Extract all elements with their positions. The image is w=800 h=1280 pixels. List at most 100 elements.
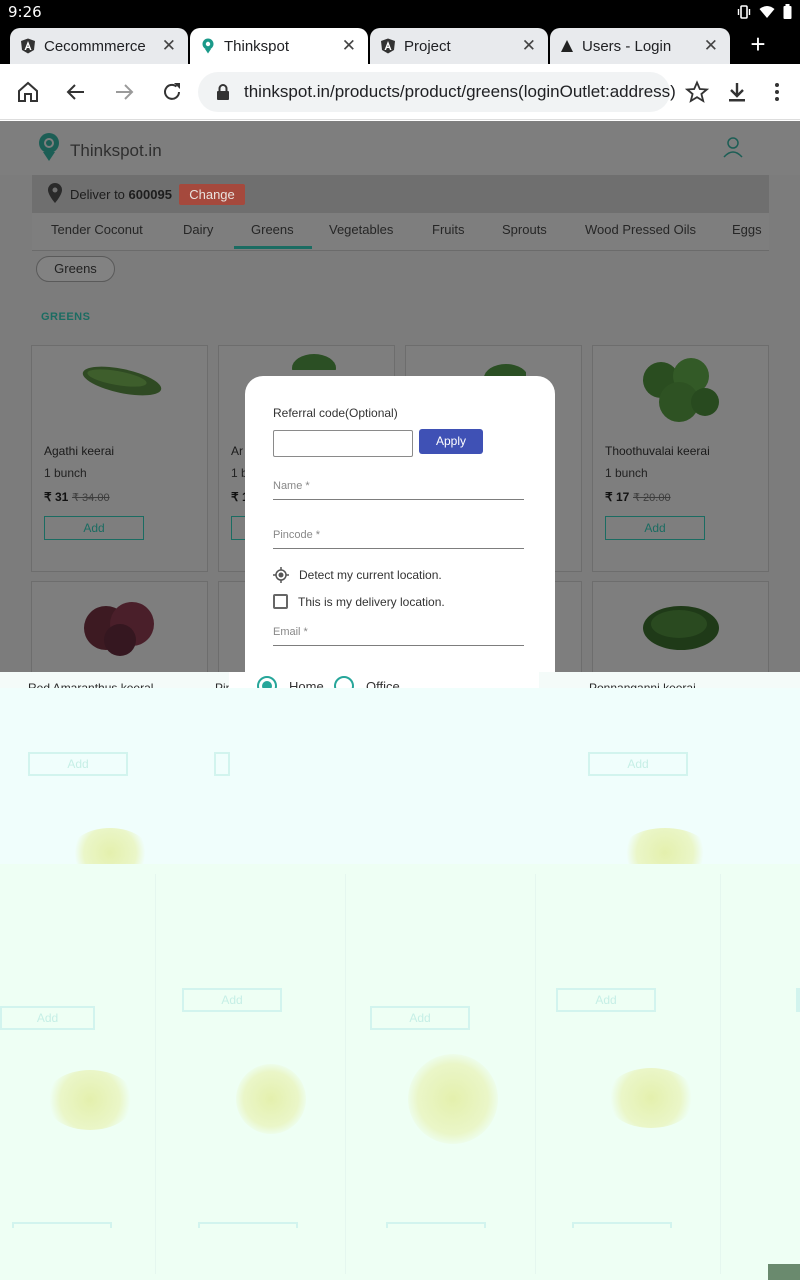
location-pin-icon — [48, 183, 62, 203]
referral-code-input[interactable] — [273, 430, 413, 457]
site-header: Thinkspot.in — [0, 121, 800, 175]
category-tab-tender-coconut[interactable]: Tender Coconut — [51, 222, 143, 237]
address-modal: Referral code(Optional) Apply Name * Pin… — [245, 376, 555, 688]
ghost-add-button: Add — [556, 988, 656, 1012]
deliver-pincode: 600095 — [128, 187, 172, 202]
product-price: ₹ 17 — [605, 490, 630, 504]
category-tab-dairy[interactable]: Dairy — [183, 222, 213, 237]
lock-icon — [217, 84, 229, 100]
ghost-add-button: Add — [182, 988, 282, 1012]
category-tab-sprouts[interactable]: Sprouts — [502, 222, 547, 237]
glitch-region: Add Add — [0, 688, 800, 878]
email-field[interactable]: Email * — [273, 626, 524, 646]
home-icon[interactable] — [16, 80, 40, 104]
pincode-placeholder: Pincode * — [273, 529, 321, 541]
detect-location-button[interactable]: Detect my current location. — [273, 567, 442, 583]
tab-title: Thinkspot — [224, 37, 290, 55]
thinkspot-logo-icon — [39, 133, 59, 161]
thoothuvalai-greens-image — [643, 358, 719, 422]
category-bar: Tender Coconut Dairy Greens Vegetables F… — [32, 213, 769, 251]
greens-image — [292, 354, 336, 370]
address-bar[interactable]: thinkspot.in/products/product/greens(log… — [198, 72, 676, 112]
delivery-location-label: This is my delivery location. — [298, 594, 445, 609]
deliver-to-label: Deliver to — [70, 187, 125, 202]
tab-users-login[interactable]: Users - Login ✕ — [550, 28, 730, 64]
product-qty: 1 bunch — [605, 466, 648, 480]
close-icon[interactable]: ✕ — [162, 36, 176, 56]
tab-cecommmerce[interactable]: Cecommmerce ✕ — [10, 28, 188, 64]
tab-title: Cecommmerce — [44, 37, 146, 55]
ghost-add-button — [572, 1222, 672, 1228]
email-placeholder: Email * — [273, 626, 308, 638]
new-tab-button[interactable]: + — [744, 30, 772, 58]
site-logo-text: Thinkspot.in — [70, 141, 162, 160]
pincode-field[interactable]: Pincode * — [273, 529, 524, 549]
ghost-product-image — [236, 1064, 306, 1134]
forward-arrow-icon[interactable] — [112, 80, 136, 104]
referral-code-label: Referral code(Optional) — [273, 406, 398, 420]
close-icon[interactable]: ✕ — [522, 36, 536, 56]
checkbox-box[interactable] — [273, 594, 288, 609]
category-tab-wood-pressed-oils[interactable]: Wood Pressed Oils — [585, 222, 696, 237]
vibrate-icon — [737, 4, 751, 19]
deliver-bar: Deliver to 600095 Change — [32, 175, 769, 213]
product-card: Agathi keerai 1 bunch ₹ 31 ₹ 34.00 Add — [31, 345, 208, 572]
glitch-region: Add Add Add Add — [0, 864, 800, 1280]
tab-project[interactable]: Project ✕ — [370, 28, 548, 64]
delivery-location-checkbox[interactable]: This is my delivery location. — [273, 594, 445, 609]
deliver-label: Deliver to 600095 — [70, 187, 172, 202]
url-text: thinkspot.in/products/product/greens(log… — [244, 82, 676, 101]
reload-icon[interactable] — [160, 80, 184, 104]
ghost-add-button — [386, 1222, 486, 1228]
add-to-cart-button[interactable]: Add — [44, 516, 144, 540]
product-name: Thoothuvalai keerai — [605, 444, 710, 458]
category-tab-fruits[interactable]: Fruits — [432, 222, 465, 237]
tab-thinkspot[interactable]: Thinkspot ✕ — [190, 28, 368, 64]
download-icon[interactable] — [725, 80, 749, 104]
glitch-corner-block — [768, 1264, 800, 1280]
product-name: Agathi keerai — [44, 444, 115, 458]
product-mrp: ₹ 34.00 — [72, 492, 110, 504]
close-icon[interactable]: ✕ — [342, 36, 356, 56]
apply-button[interactable]: Apply — [419, 429, 483, 454]
product-price: ₹ 31 — [44, 490, 69, 504]
category-tab-eggs[interactable]: Eggs — [732, 222, 762, 237]
ghost-add-button — [12, 1222, 112, 1228]
battery-icon — [783, 4, 792, 19]
tab-title: Users - Login — [582, 37, 672, 55]
name-field[interactable]: Name * — [273, 480, 524, 500]
wifi-icon — [759, 5, 775, 18]
section-title: GREENS — [41, 311, 91, 323]
ghost-divider — [155, 874, 156, 1274]
status-time: 9:26 — [8, 3, 42, 21]
name-placeholder: Name * — [273, 480, 310, 492]
active-category-indicator — [234, 246, 312, 249]
category-tab-greens[interactable]: Greens — [251, 222, 294, 237]
category-tab-vegetables[interactable]: Vegetables — [329, 222, 393, 237]
thinkspot-icon — [202, 38, 214, 54]
product-mrp: ₹ 20.00 — [633, 492, 671, 504]
red-amaranthus-image — [84, 602, 154, 656]
tab-strip: Cecommmerce ✕ Thinkspot ✕ Project ✕ User… — [0, 24, 800, 64]
agathi-greens-image — [82, 366, 162, 396]
ghost-divider — [535, 874, 536, 1274]
more-vert-icon[interactable] — [765, 80, 789, 104]
ghost-divider — [345, 874, 346, 1274]
subcategory-chip[interactable]: Greens — [36, 256, 115, 282]
ponnanganni-greens-image — [643, 606, 719, 650]
user-account-icon[interactable] — [722, 136, 744, 158]
product-qty: 1 bunch — [44, 466, 87, 480]
ghost-add-button — [796, 988, 800, 1012]
detect-location-label: Detect my current location. — [299, 568, 442, 582]
ghost-add-button — [214, 752, 230, 776]
change-pincode-button[interactable]: Change — [179, 184, 245, 205]
close-icon[interactable]: ✕ — [704, 36, 718, 56]
tab-title: Project — [404, 37, 451, 55]
my-location-icon — [273, 567, 289, 583]
star-icon[interactable] — [685, 80, 709, 104]
triangle-icon — [561, 40, 573, 52]
add-to-cart-button[interactable]: Add — [605, 516, 705, 540]
ghost-product-image — [408, 1054, 498, 1144]
product-name: Ar — [231, 444, 243, 458]
back-arrow-icon[interactable] — [64, 80, 88, 104]
